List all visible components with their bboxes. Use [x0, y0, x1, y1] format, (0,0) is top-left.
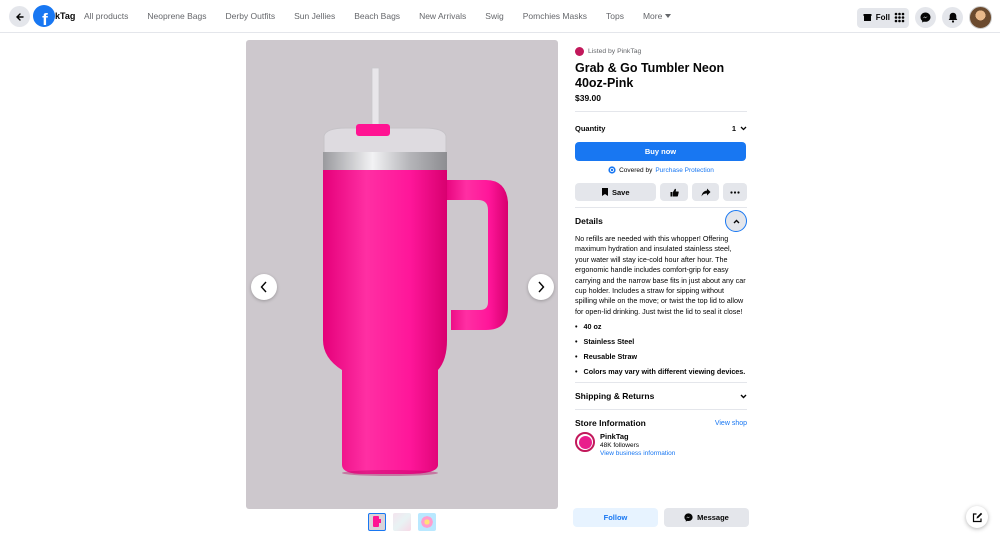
caret-down-icon — [665, 14, 672, 18]
nav-item-beach-bags[interactable]: Beach Bags — [354, 11, 400, 21]
divider — [575, 409, 747, 411]
follow-shop-button[interactable]: Foll — [856, 7, 909, 28]
covered-text: Covered by — [619, 166, 653, 174]
store-logo[interactable] — [575, 432, 595, 453]
chevron-up-icon — [733, 219, 739, 223]
details-header: Details — [575, 210, 747, 232]
share-icon — [701, 188, 711, 196]
store-mini-logo — [575, 47, 584, 56]
grid-icon[interactable] — [894, 12, 905, 23]
shop-nav: All products Neoprene Bags Derby Outfits… — [84, 11, 690, 21]
like-button[interactable] — [660, 183, 688, 201]
product-details-panel: Listed by PinkTag Grab & Go Tumbler Neon… — [575, 47, 747, 457]
feature-item: Colors may vary with different viewing d… — [575, 367, 747, 377]
nav-item-swig[interactable]: Swig — [485, 11, 503, 21]
feature-item: Reusable Straw — [575, 352, 747, 362]
feature-item: 40 oz — [575, 322, 747, 332]
collapse-details-button[interactable] — [725, 210, 747, 232]
nav-item-derby-outfits[interactable]: Derby Outfits — [226, 11, 276, 21]
purchase-protection: Covered by Purchase Protection — [575, 166, 747, 174]
thumbnail-tumbler-icon — [373, 516, 381, 527]
business-info-link[interactable]: View business information — [600, 450, 675, 457]
back-button[interactable] — [9, 6, 30, 27]
previous-image-button[interactable] — [251, 274, 277, 300]
nav-item-neoprene-bags[interactable]: Neoprene Bags — [147, 11, 206, 21]
profile-avatar[interactable] — [969, 6, 992, 29]
follow-button[interactable]: Follow — [573, 508, 658, 527]
feature-list: 40 oz Stainless Steel Reusable Straw Col… — [575, 322, 747, 377]
quantity-select[interactable]: 1 — [732, 124, 747, 133]
details-heading: Details — [575, 216, 603, 226]
purchase-protection-link[interactable]: Purchase Protection — [655, 167, 714, 174]
shipping-returns-header[interactable]: Shipping & Returns — [575, 391, 747, 401]
listed-by-text: Listed by PinkTag — [588, 48, 642, 55]
chevron-right-icon — [538, 281, 545, 293]
store-row: PinkTag 48K followers View business info… — [575, 432, 747, 457]
quantity-label: Quantity — [575, 124, 606, 133]
shipping-heading: Shipping & Returns — [575, 391, 655, 402]
buy-now-button[interactable]: Buy now — [575, 142, 746, 161]
store-info-header: Store Information View shop — [575, 418, 747, 428]
thumbs-up-icon — [670, 188, 679, 196]
chevron-left-icon — [260, 281, 267, 293]
store-followers: 48K followers — [600, 442, 640, 450]
nav-item-tops[interactable]: Tops — [606, 11, 624, 21]
more-options-button[interactable] — [723, 183, 747, 201]
store-actions: Follow Message — [573, 508, 749, 527]
thumbnail-2[interactable] — [393, 513, 411, 531]
nav-item-pomchies-masks[interactable]: Pomchies Masks — [523, 11, 587, 21]
image-thumbnails — [368, 513, 436, 531]
top-navigation-bar: f kTag All products Neoprene Bags Derby … — [0, 0, 1000, 33]
chevron-down-icon — [740, 126, 747, 131]
chevron-down-icon — [740, 394, 747, 399]
more-dots-icon — [730, 190, 740, 194]
messenger-button[interactable] — [915, 7, 936, 28]
store-name[interactable]: PinkTag — [600, 432, 675, 441]
view-shop-link[interactable]: View shop — [715, 420, 747, 427]
product-description: No refills are needed with this whopper!… — [575, 234, 746, 316]
save-label: Save — [611, 187, 630, 197]
divider — [575, 382, 747, 384]
tumbler-photo — [323, 67, 508, 476]
shop-name[interactable]: kTag — [55, 11, 75, 21]
nav-item-new-arrivals[interactable]: New Arrivals — [419, 11, 466, 21]
notifications-button[interactable] — [942, 7, 963, 28]
store-heading: Store Information — [575, 418, 646, 429]
thumbnail-3[interactable] — [418, 513, 436, 531]
more-label: More — [642, 11, 663, 21]
back-arrow-icon — [15, 12, 24, 21]
quantity-row: Quantity 1 — [575, 124, 747, 133]
listed-by[interactable]: Listed by PinkTag — [575, 47, 747, 56]
nav-more-dropdown[interactable]: More — [642, 11, 672, 21]
compose-message-button[interactable] — [966, 506, 988, 528]
product-image[interactable] — [246, 40, 558, 509]
divider — [575, 207, 747, 208]
nav-item-sun-jellies[interactable]: Sun Jellies — [294, 11, 335, 21]
top-right-controls: Foll — [856, 6, 992, 29]
action-buttons: Save — [575, 183, 747, 201]
message-button[interactable]: Message — [664, 508, 749, 527]
share-button[interactable] — [691, 183, 720, 201]
thumbnail-1[interactable] — [368, 513, 386, 531]
feature-item: Stainless Steel — [575, 337, 747, 347]
next-image-button[interactable] — [528, 274, 554, 300]
compose-icon — [972, 512, 982, 522]
shop-icon — [863, 14, 872, 21]
quantity-value: 1 — [731, 124, 736, 133]
save-button[interactable]: Save — [575, 183, 657, 201]
follow-chip-label: Foll — [875, 13, 890, 22]
store-text: PinkTag 48K followers View business info… — [600, 432, 675, 457]
message-label: Message — [697, 513, 729, 522]
nav-item-all-products[interactable]: All products — [84, 11, 128, 21]
messenger-icon — [684, 513, 693, 522]
divider — [575, 111, 747, 112]
product-title: Grab & Go Tumbler Neon 40oz-Pink — [575, 61, 725, 90]
product-price: $39.00 — [575, 93, 601, 103]
facebook-icon[interactable]: f — [33, 5, 55, 27]
bookmark-icon — [601, 188, 608, 196]
shield-check-icon — [608, 166, 616, 174]
messenger-icon — [920, 12, 931, 23]
bell-icon — [948, 12, 957, 23]
